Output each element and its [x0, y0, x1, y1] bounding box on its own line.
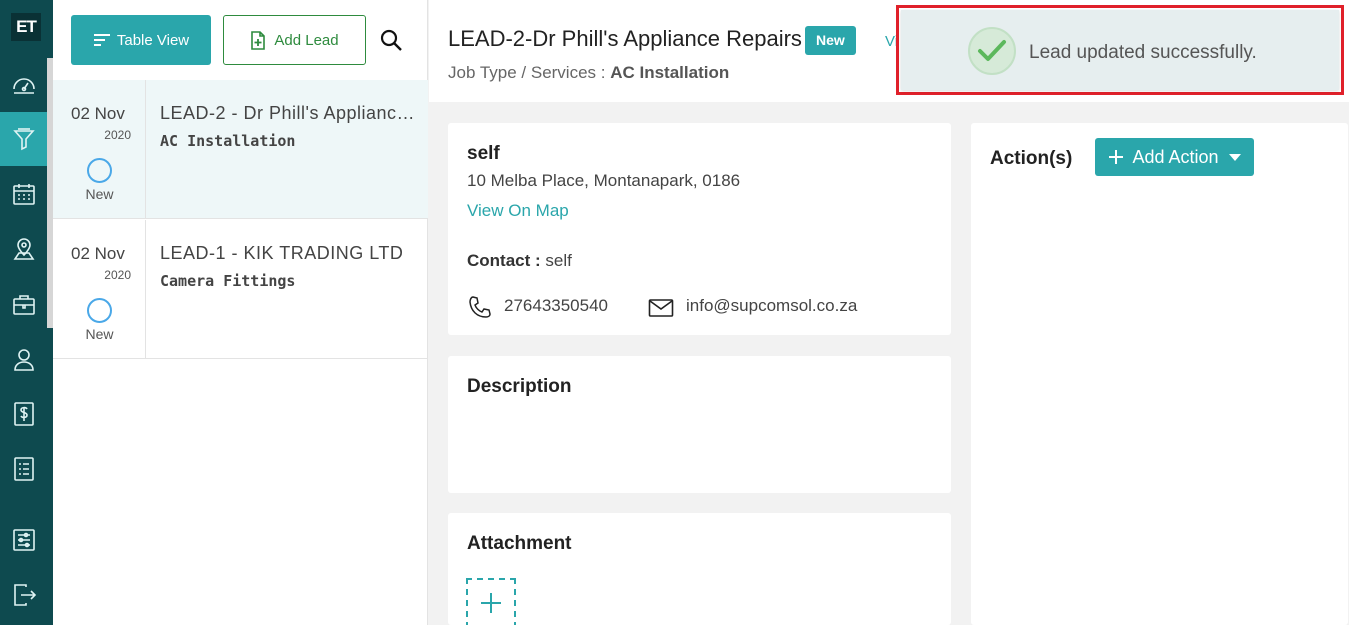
toast-highlight-frame: Lead updated successfully. [896, 5, 1344, 95]
lead-status: New [85, 326, 114, 342]
view-on-map-link[interactable]: View On Map [467, 201, 569, 221]
contact-label: Contact : [467, 251, 541, 270]
mail-icon [648, 299, 674, 317]
nav-list[interactable] [0, 442, 48, 496]
lead-detail-title: LEAD-2-Dr Phill's Appliance Repairs [448, 26, 802, 51]
check-circle-icon [968, 27, 1016, 75]
nav-map[interactable] [0, 222, 48, 276]
settings-sliders-icon [13, 529, 35, 551]
job-type-label: Job Type / Services : [448, 63, 606, 82]
search-icon [380, 29, 402, 51]
app-logo: ET [11, 13, 41, 41]
status-circle-icon [87, 158, 112, 183]
leads-funnel-icon [13, 128, 35, 151]
logout-icon [14, 584, 37, 606]
lead-date-day: 02 Nov [71, 104, 125, 123]
lead-service: AC Installation [160, 132, 296, 150]
list-icon [14, 457, 34, 481]
add-action-label: Add Action [1132, 146, 1219, 167]
nav-customers[interactable] [0, 332, 48, 386]
lead-list-item[interactable]: 02 Nov 2020 New LEAD-1 - KIK TRADING LTD… [53, 220, 428, 359]
contact-card: self 10 Melba Place, Montanapark, 0186 V… [448, 123, 951, 335]
attachment-title: Attachment [467, 533, 572, 554]
contact-name: self [467, 143, 500, 164]
nav-settings[interactable] [0, 513, 48, 567]
sidebar: ET [0, 0, 53, 625]
briefcase-icon [13, 295, 35, 315]
description-title: Description [467, 376, 572, 397]
nav-leads[interactable] [0, 112, 48, 166]
contact-person: Contact : self [467, 251, 572, 271]
table-view-button[interactable]: Table View [71, 15, 211, 65]
nav-logout[interactable] [0, 568, 48, 622]
toast-message: Lead updated successfully. [1029, 42, 1257, 63]
contact-phone[interactable]: 27643350540 [504, 296, 608, 316]
nav-calendar[interactable] [0, 167, 48, 221]
phone-icon [469, 296, 491, 318]
toast-notification[interactable]: Lead updated successfully. [901, 10, 1339, 90]
nav-jobs[interactable] [0, 277, 48, 331]
status-circle-icon [87, 298, 112, 323]
lead-list-panel: Table View Add Lead 02 Nov 2020 New LEAD… [53, 0, 428, 625]
attachment-card: Attachment [448, 513, 951, 625]
table-view-label: Table View [116, 31, 190, 49]
contact-email[interactable]: info@supcomsol.co.za [686, 296, 857, 316]
chevron-down-icon [1228, 153, 1241, 161]
user-icon [14, 349, 34, 371]
lead-date-column: 02 Nov 2020 New [53, 220, 146, 359]
contact-value: self [545, 251, 572, 270]
search-button[interactable] [377, 26, 405, 54]
calendar-icon [13, 184, 35, 205]
add-action-button[interactable]: Add Action [1095, 138, 1254, 176]
lead-date-column: 02 Nov 2020 New [53, 80, 146, 219]
status-badge: New [805, 26, 856, 55]
lead-status: New [85, 186, 114, 202]
add-lead-button[interactable]: Add Lead [223, 15, 366, 65]
plus-icon [1109, 150, 1124, 164]
lead-date-year: 2020 [104, 268, 131, 282]
nav-invoices[interactable] [0, 387, 48, 441]
dollar-icon [14, 402, 34, 426]
add-file-icon [251, 30, 266, 50]
dashboard-icon [13, 78, 35, 94]
map-pin-icon [13, 238, 35, 260]
lead-date-year: 2020 [104, 128, 131, 142]
job-type: Job Type / Services : AC Installation [448, 63, 729, 83]
plus-icon [481, 593, 501, 613]
lead-title: LEAD-2 - Dr Phill's Appliance Repairs [160, 103, 416, 123]
lead-service: Camera Fittings [160, 272, 296, 290]
lead-list-item[interactable]: 02 Nov 2020 New LEAD-2 - Dr Phill's Appl… [53, 80, 428, 219]
add-attachment-button[interactable] [466, 578, 516, 625]
job-type-value: AC Installation [610, 63, 730, 82]
lead-title: LEAD-1 - KIK TRADING LTD [160, 243, 404, 263]
lead-date-day: 02 Nov [71, 244, 125, 263]
sort-lines-icon [93, 34, 110, 46]
actions-title: Action(s) [990, 148, 1073, 169]
description-card: Description [448, 356, 951, 493]
actions-card: Action(s) Add Action [971, 123, 1348, 625]
add-lead-label: Add Lead [274, 31, 339, 49]
contact-address: 10 Melba Place, Montanapark, 0186 [467, 171, 741, 190]
nav-dashboard[interactable] [0, 58, 48, 112]
